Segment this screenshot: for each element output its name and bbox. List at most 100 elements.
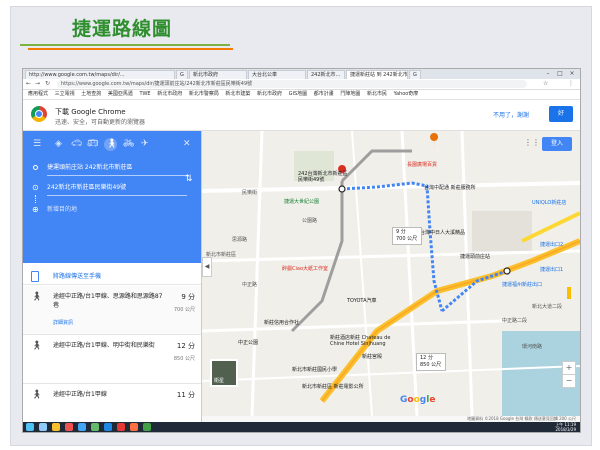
pdf-icon[interactable] <box>117 423 125 431</box>
browser-tab[interactable]: http://www.google.com.tw/maps/dir/... <box>25 70 175 79</box>
bookmark-item[interactable]: 鬥陣地圖 <box>340 90 360 99</box>
maximize-icon[interactable]: □ <box>555 69 565 78</box>
bookmark-item[interactable]: 土地查詢 <box>81 90 101 99</box>
walking-icon[interactable]: 🚶︎ <box>106 137 117 151</box>
taskbar-app-icon[interactable] <box>39 423 47 431</box>
send-to-phone-row[interactable]: 將路線傳送至手機 <box>23 268 201 285</box>
route-option[interactable]: 🚶︎ 途經中正路/台1甲線、思源路和思源路87巷 9 分 700 公尺 詳細資訊 <box>23 286 201 335</box>
poi-exit2[interactable]: 捷運出口2 <box>540 241 563 248</box>
browser-tab-active[interactable]: 捷運新莊站 到 242新北市 ... <box>346 70 408 79</box>
origin-label[interactable]: 捷運頭前庄站 <box>460 253 490 260</box>
bookmark-item[interactable]: 新北市警察局 <box>189 90 219 99</box>
bookmark-item[interactable]: TWE <box>139 90 150 99</box>
login-button[interactable]: 登入 <box>542 137 572 151</box>
poi-cinema[interactable]: 新北市新莊區 新莊電影公所 <box>302 383 364 390</box>
browser-tab[interactable]: 大台北公車 <box>248 70 306 79</box>
chrome-taskbar-icon[interactable] <box>65 423 73 431</box>
transit-icon[interactable]: 🚌︎ <box>87 137 98 151</box>
route-callout-alt[interactable]: 12 分 850 公尺 <box>416 353 446 371</box>
poi-fuzhou[interactable]: 捷運福州新莊出口 <box>502 281 542 288</box>
poi-bank[interactable]: 新莊信用合作社 <box>264 319 299 326</box>
bookmark-item[interactable]: 美國亞馬遜 <box>108 90 133 99</box>
send-to-phone-link[interactable]: 將路線傳送至手機 <box>53 271 101 280</box>
browser-tab[interactable]: G <box>176 70 188 79</box>
address-bar-row: ← → ↻ https://www.google.com.tw/maps/dir… <box>23 79 580 90</box>
bookmark-item[interactable]: GIS地圖 <box>289 90 308 99</box>
close-window-icon[interactable]: × <box>567 69 577 78</box>
forward-arrow-icon[interactable]: → <box>35 80 40 88</box>
powerpoint-icon[interactable] <box>130 423 138 431</box>
poi-cloud[interactable]: 醉戲Ciao大紙工作室 <box>282 265 328 272</box>
destination-field[interactable]: ⊙ 242新北市新莊區民樂街49號 <box>29 181 199 196</box>
bookmark-item[interactable]: 新北市政府 <box>257 90 282 99</box>
bookmark-item[interactable]: 三立電視 <box>55 90 75 99</box>
route-details-link[interactable]: 詳細資訊 <box>53 319 73 326</box>
menu-icon[interactable]: ☰ <box>33 137 41 151</box>
folder-icon[interactable] <box>52 423 60 431</box>
add-destination-text[interactable]: 新增目的地 <box>47 203 187 217</box>
poi-toyota[interactable]: TOYOTA汽車 <box>347 297 377 304</box>
destination-label[interactable]: 242台灣新北市新莊區民樂街49號 <box>298 171 350 183</box>
zoom-in-button[interactable]: + <box>562 361 576 375</box>
browser-tab[interactable]: 242新北市... <box>307 70 345 79</box>
poi-hotel[interactable]: 新莊酒店新莊 Chateau de Chine Hotel Sinjhuang <box>330 335 400 347</box>
reload-icon[interactable]: ↻ <box>45 80 50 88</box>
route-distance: 700 公尺 <box>173 307 195 313</box>
poi-zhongzheng[interactable]: 中正公園 <box>238 339 258 346</box>
swap-icon[interactable]: ⇅ <box>185 174 193 184</box>
poi-uniqlo[interactable]: UNIQLO新莊店 <box>532 199 566 206</box>
bookmark-item[interactable]: 應用程式 <box>28 90 48 99</box>
poi-car[interactable]: 台灣中配通 新莊服務所 <box>424 184 476 191</box>
origin-text[interactable]: 捷運頭前庄站 242新北市新莊區 <box>47 161 187 176</box>
route-name: 途經中正路/台1甲線、明中街和民樂街 <box>53 342 155 349</box>
bookmark-item[interactable]: Yahoo奇摩 <box>394 90 419 99</box>
poi-mall[interactable]: 新莊宮殿 <box>362 353 382 360</box>
add-destination[interactable]: ⊕ 新增目的地 <box>29 203 199 217</box>
minimize-icon[interactable]: – <box>543 69 553 78</box>
destination-text[interactable]: 242新北市新莊區民樂街49號 <box>47 181 187 196</box>
zoom-out-button[interactable]: − <box>562 374 576 388</box>
map-canvas[interactable]: 242台灣新北市新莊區民樂街49號 長園廣場百貨 台灣中配通 新莊服務所 捷運大… <box>202 131 580 416</box>
taskbar-clock[interactable]: 上午 11:19 2018/3/29 <box>555 422 576 432</box>
poi-junior[interactable]: 新北市新莊國民小學 <box>292 366 337 373</box>
satellite-label: 衛星 <box>214 378 225 384</box>
poi-exit1[interactable]: 捷運出口1 <box>540 266 563 273</box>
origin-field[interactable]: 捷運頭前庄站 242新北市新莊區 <box>29 161 199 176</box>
excel-icon[interactable] <box>143 423 151 431</box>
taskbar-app-icon[interactable] <box>78 423 86 431</box>
close-directions-icon[interactable]: ✕ <box>183 137 191 151</box>
url-input[interactable]: https://www.google.com.tw/maps/dir/捷運頭前庄… <box>57 80 527 88</box>
collapse-panel-button[interactable]: ◀ <box>202 257 212 277</box>
promo-decline-link[interactable]: 不用了，謝謝 <box>493 110 529 119</box>
poi-tech[interactable]: 台灣中日人大溪精品 <box>420 229 465 236</box>
bicycle-icon[interactable]: 🚲︎ <box>123 137 134 151</box>
back-arrow-icon[interactable]: ← <box>26 80 31 88</box>
route-option[interactable]: 🚶︎ 途經中正路/台1甲線、明中街和民樂街 12 分 850 公尺 <box>23 335 201 384</box>
flight-icon[interactable]: ✈︎ <box>141 137 149 151</box>
bookmark-item[interactable]: 新北市政府 <box>157 90 182 99</box>
google-logo: Google <box>400 395 436 405</box>
route-callout-fast[interactable]: 9 分 700 公尺 <box>392 227 422 245</box>
poi-park[interactable]: 捷運大世紀公園 <box>284 198 319 205</box>
promo-title: 下載 Google Chrome <box>55 108 126 116</box>
menu-dots-icon[interactable]: ⋮ <box>568 80 574 88</box>
phone-icon <box>31 271 39 282</box>
promo-accept-button[interactable]: 好 <box>549 106 573 122</box>
browser-tab[interactable]: G <box>409 70 421 79</box>
star-icon[interactable]: ☆ <box>543 80 548 88</box>
car-icon[interactable]: 🚗︎ <box>71 137 82 151</box>
bookmark-item[interactable]: 新北市建築 <box>225 90 250 99</box>
word-icon[interactable] <box>104 423 112 431</box>
route-time: 9 分 <box>181 293 195 301</box>
satellite-toggle[interactable]: 衛星 <box>210 359 238 387</box>
apps-grid-icon[interactable]: ⋮⋮ <box>524 138 540 147</box>
add-icon: ⊕ <box>32 205 39 214</box>
poi-shop[interactable]: 長園廣場百貨 <box>407 161 437 168</box>
line-icon[interactable] <box>91 423 99 431</box>
start-icon[interactable] <box>26 423 34 431</box>
bookmark-item[interactable]: 都市計畫 <box>314 90 334 99</box>
best-route-icon[interactable]: ◈ <box>55 137 62 151</box>
bookmark-item[interactable]: 新北市民 <box>367 90 387 99</box>
browser-tab[interactable]: 新北市政府 <box>189 70 247 79</box>
windows-taskbar: 上午 11:19 2018/3/29 <box>23 422 580 432</box>
